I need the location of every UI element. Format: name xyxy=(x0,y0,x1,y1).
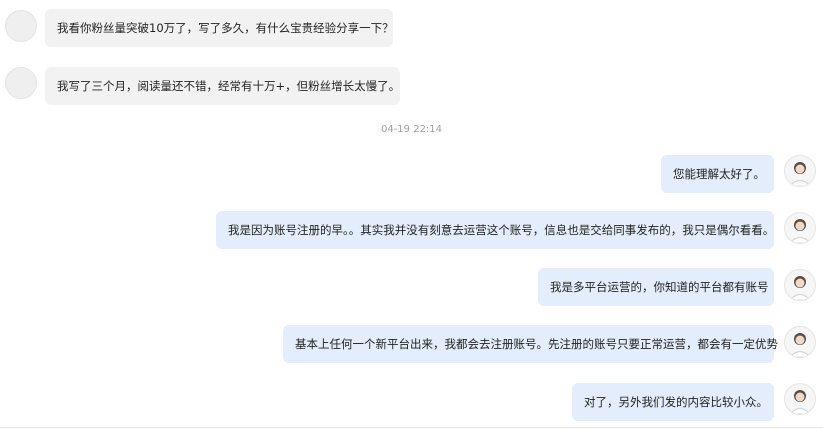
divider xyxy=(0,427,823,428)
person-icon xyxy=(789,333,811,357)
message-bubble-outgoing[interactable]: 基本上任何一个新平台出来，我都会去注册账号。先注册的账号只要正常运营，都会有一定… xyxy=(283,325,778,363)
person-icon xyxy=(789,162,811,186)
chat-window: 我看你粉丝量突破10万了，写了多久，有什么宝贵经验分享一下？ 我写了三个月，阅读… xyxy=(0,0,823,430)
user-avatar[interactable] xyxy=(784,212,816,244)
user-avatar[interactable] xyxy=(784,155,816,187)
contact-avatar[interactable] xyxy=(5,10,37,42)
message-bubble-outgoing[interactable]: 我是多平台运营的，你知道的平台都有账号 xyxy=(538,268,774,306)
contact-avatar[interactable] xyxy=(5,67,37,99)
person-icon xyxy=(789,219,811,243)
person-icon xyxy=(789,390,811,414)
message-bubble-outgoing[interactable]: 您能理解太好了。 xyxy=(661,155,774,193)
message-bubble-outgoing[interactable]: 我是因为账号注册的早。。其实我并没有刻意去运营这个账号，信息也是交给同事发布的，… xyxy=(216,211,774,249)
message-bubble-outgoing[interactable]: 对了，另外我们发的内容比较小众。 xyxy=(572,383,774,421)
person-icon xyxy=(789,276,811,300)
user-avatar[interactable] xyxy=(784,383,816,415)
message-bubble-incoming[interactable]: 我写了三个月，阅读量还不错，经常有十万+，但粉丝增长太慢了。 xyxy=(45,67,400,105)
user-avatar[interactable] xyxy=(784,269,816,301)
message-timestamp: 04-19 22:14 xyxy=(380,124,443,135)
user-avatar[interactable] xyxy=(784,326,816,358)
message-bubble-incoming[interactable]: 我看你粉丝量突破10万了，写了多久，有什么宝贵经验分享一下？ xyxy=(45,9,394,47)
